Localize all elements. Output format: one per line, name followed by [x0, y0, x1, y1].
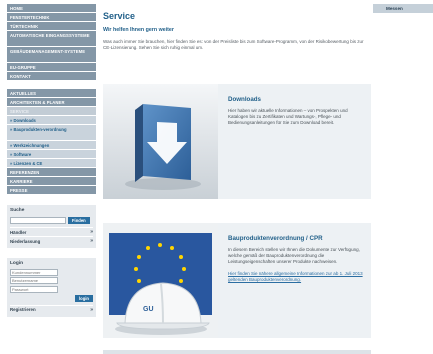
cpr-visual: GU [103, 223, 218, 338]
dealer-label: Händler [10, 229, 27, 235]
search-row: Finden [10, 217, 93, 224]
downloads-visual [103, 84, 218, 199]
tertiary-nav: REFERENZEN KARRIERE PRESSE [7, 168, 96, 195]
nav-item-presse[interactable]: PRESSE [7, 186, 96, 195]
nav-item-service[interactable]: SERVICE [7, 107, 96, 116]
nav-item-aktuelles[interactable]: AKTUELLES [7, 89, 96, 98]
search-links: Händler » Niederlassung » [10, 227, 93, 245]
nav-item-automatische-eingangssysteme[interactable]: AUTOMATISCHE EINGANGSSYSTEME [7, 31, 96, 47]
nav-gap [7, 81, 96, 89]
search-input[interactable] [10, 217, 66, 224]
username-field[interactable] [10, 277, 58, 284]
branch-label: Niederlassung [10, 238, 41, 244]
login-box: Login login Registrieren » [7, 258, 96, 317]
secondary-nav: AKTUELLES ARCHITEKTEN & PLANER SERVICE [7, 89, 96, 116]
tab-messen[interactable]: Messen [373, 4, 433, 13]
downloads-text: Downloads Hier haben wir aktuelle Inform… [228, 96, 368, 126]
subnav-item-bauprodukten-verordnung[interactable]: » Bauprodukten-verordnung [7, 125, 96, 141]
nav-item-kontakt[interactable]: KONTAKT [7, 72, 96, 81]
chevron-right-icon: » [90, 306, 93, 313]
cpr-card[interactable]: GU Bauproduktenverordnung / CPR In diese… [103, 223, 371, 338]
intro-text: Was auch immer Sie brauchen, hier finden… [103, 39, 364, 50]
register-label: Registrieren [10, 307, 36, 312]
register-link[interactable]: Registrieren » [10, 304, 93, 314]
svg-text:GU: GU [143, 306, 154, 313]
sidebar: HOME FENSTERTECHNIK TÜRTECHNIK AUTOMATISCHE… [7, 4, 96, 354]
nav-item-türtechnik[interactable]: TÜRTECHNIK [7, 22, 96, 31]
password-field[interactable] [10, 285, 58, 293]
service-subnav: » Downloads» Bauprodukten-verordnung» We… [7, 116, 96, 168]
main-content: Service Wir helfen Ihnen gern weiter Was… [103, 0, 371, 354]
login-title: Login [10, 261, 24, 266]
chevron-right-icon: » [90, 229, 93, 235]
subnav-item-software[interactable]: » Software [7, 150, 96, 159]
chevron-right-icon: » [90, 238, 93, 244]
cpr-info-link[interactable]: Hier finden Sie nähere allgemeine Inform… [228, 271, 368, 283]
eu-flag-helmet-icon: GU [103, 223, 218, 338]
nav-item-gebäudemanagement-systeme[interactable]: GEBÄUDEMANAGEMENT-SYSTEME [7, 47, 96, 63]
nav-item-referenzen[interactable]: REFERENZEN [7, 168, 96, 177]
subnav-item-werkzeichnungen[interactable]: » Werkzeichnungen [7, 141, 96, 150]
login-button-row: login [10, 294, 93, 302]
nav-item-architekten-planer[interactable]: ARCHITEKTEN & PLANER [7, 98, 96, 107]
dealer-link[interactable]: Händler » [10, 227, 93, 236]
find-button[interactable]: Finden [68, 217, 90, 224]
page-subtitle: Wir helfen Ihnen gern weiter [103, 27, 174, 33]
nav-item-home[interactable]: HOME [7, 4, 96, 13]
nav-item-karriere[interactable]: KARRIERE [7, 177, 96, 186]
search-title: Suche [10, 208, 25, 213]
downloads-desc: Hier haben wir aktuelle Informationen – … [228, 108, 348, 125]
subnav-item-downloads[interactable]: » Downloads [7, 116, 96, 125]
download-arrow-icon [103, 84, 218, 199]
nav-item-eu-gruppe[interactable]: EU-GRUPPE [7, 63, 96, 72]
next-card [103, 350, 371, 354]
cpr-desc: In diesem Bereich stellen wir Ihnen die … [228, 247, 360, 264]
customer-number-field[interactable] [10, 268, 58, 276]
login-button[interactable]: login [74, 294, 93, 302]
search-box: Suche Finden Händler » Niederlassung » [7, 205, 96, 248]
subnav-item-lizenzen-ce[interactable]: » Lizenzen & CE [7, 159, 96, 168]
downloads-title[interactable]: Downloads [228, 96, 368, 104]
main-nav: HOME FENSTERTECHNIK TÜRTECHNIK AUTOMATISCHE… [7, 4, 96, 81]
downloads-card[interactable]: Downloads Hier haben wir aktuelle Inform… [103, 84, 371, 199]
cpr-text: Bauproduktenverordnung / CPR In diesem B… [228, 235, 368, 283]
nav-item-fenstertechnik[interactable]: FENSTERTECHNIK [7, 13, 96, 22]
page-title: Service [103, 11, 136, 21]
cpr-title[interactable]: Bauproduktenverordnung / CPR [228, 235, 368, 243]
branch-link[interactable]: Niederlassung » [10, 236, 93, 245]
